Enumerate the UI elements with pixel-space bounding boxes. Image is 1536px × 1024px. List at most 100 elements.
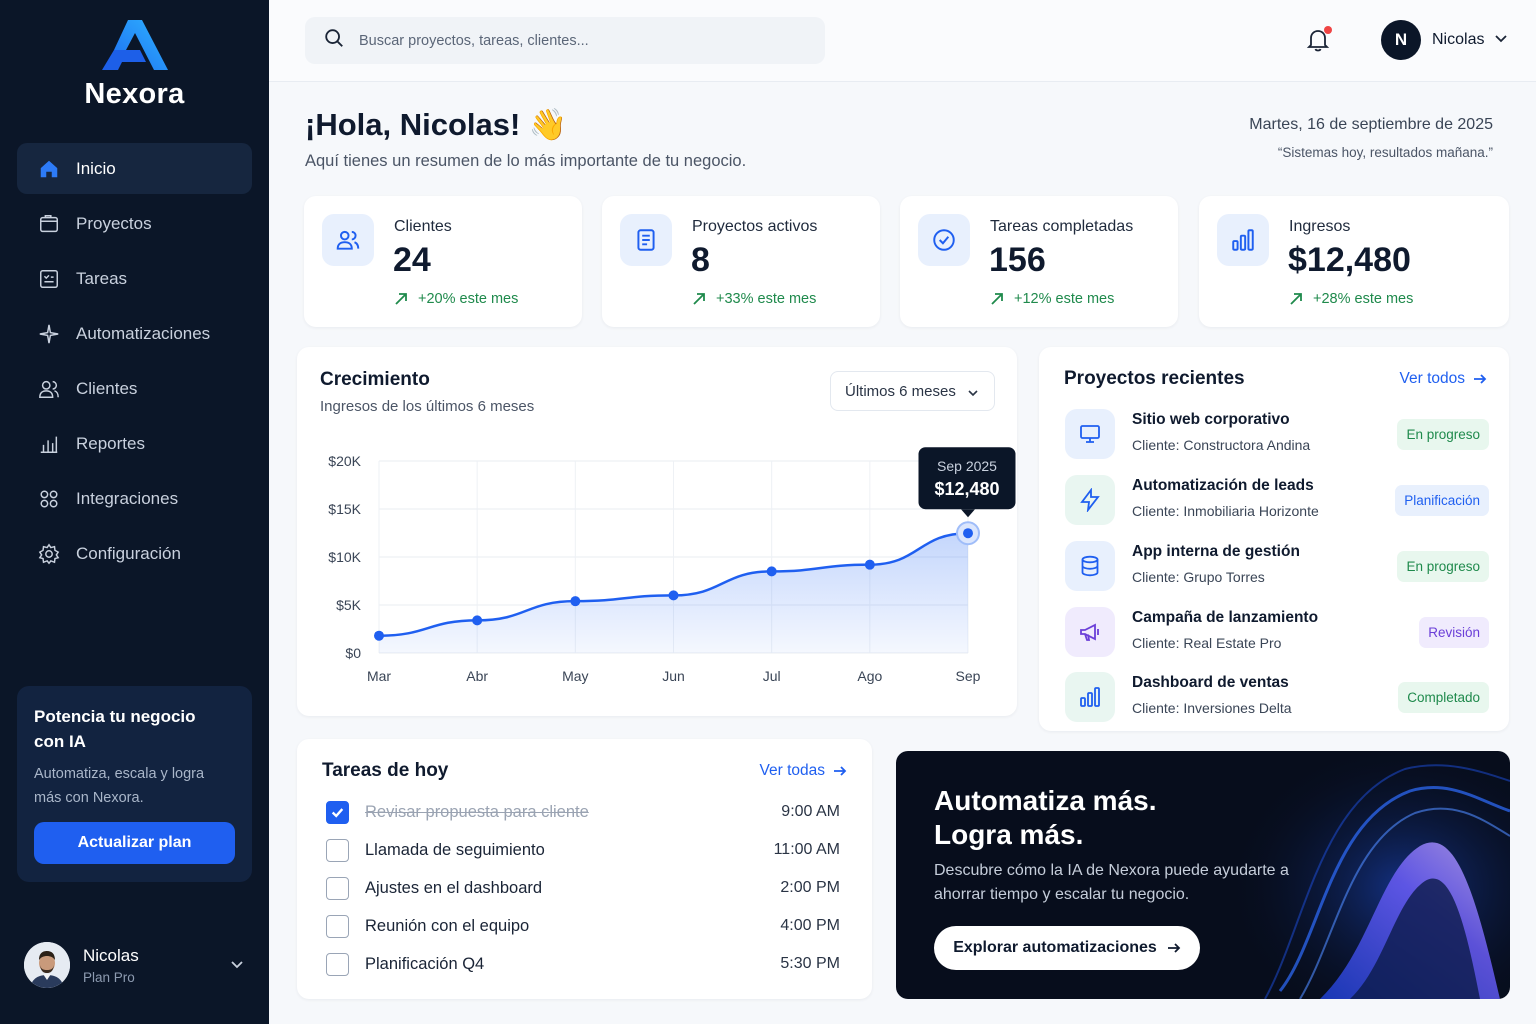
task-time: 9:00 AM <box>781 803 840 820</box>
growth-subtitle: Ingresos de los últimos 6 meses <box>320 398 535 415</box>
profile-name: Nicolas <box>1432 31 1485 48</box>
list-item[interactable]: Automatización de leads Cliente: Inmobil… <box>1065 475 1489 527</box>
sidebar-item-clientes[interactable]: Clientes <box>17 363 252 414</box>
stat-trend: +33% este mes <box>692 291 816 307</box>
stat-label: Tareas completadas <box>990 218 1134 235</box>
logo[interactable]: Nexora <box>0 18 269 111</box>
list-item[interactable]: App interna de gestión Cliente: Grupo To… <box>1065 541 1489 593</box>
nexora-logo-icon <box>101 20 168 70</box>
tasks-title: Tareas de hoy <box>322 760 449 781</box>
sparkle-icon <box>37 322 61 346</box>
tasks-icon <box>37 267 61 291</box>
task-label: Ajustes en el dashboard <box>365 878 543 897</box>
data-point <box>668 590 679 601</box>
folder-icon <box>37 212 61 236</box>
megaphone-icon <box>1065 607 1115 657</box>
sidebar-item-integraciones[interactable]: Integraciones <box>17 473 252 524</box>
page-subtitle: Aquí tienes un resumen de lo más importa… <box>305 152 747 170</box>
x-tick-label: Sep <box>956 668 981 684</box>
sidebar: Nexora Inicio Proyectos Tareas Automatiz… <box>0 0 269 1024</box>
search-input[interactable] <box>359 32 779 49</box>
notifications-button[interactable] <box>1306 26 1332 58</box>
x-tick-label: Abr <box>466 668 488 684</box>
data-point <box>472 615 483 626</box>
upgrade-plan-button[interactable]: Actualizar plan <box>34 822 235 864</box>
user-menu[interactable]: Nicolas Plan Pro <box>24 941 246 989</box>
stat-card-proyectos: Proyectos activos 8 +33% este mes <box>602 196 880 327</box>
stat-card-ingresos: Ingresos $12,480 +28% este mes <box>1199 196 1509 327</box>
task-row: Reunión con el equipo 4:00 PM <box>326 914 840 938</box>
task-checkbox[interactable] <box>326 800 349 824</box>
arrow-right-icon <box>834 766 847 776</box>
recent-projects-card: Proyectos recientes Ver todos Sitio web … <box>1039 347 1509 731</box>
data-point <box>963 528 973 539</box>
task-checkbox[interactable] <box>326 876 349 900</box>
project-name: App interna de gestión <box>1132 543 1300 560</box>
upgrade-promo: Potencia tu negocio con IA Automatiza, e… <box>17 686 252 882</box>
project-client: Cliente: Constructora Andina <box>1132 437 1311 453</box>
project-name: Automatización de leads <box>1132 477 1314 494</box>
sidebar-item-inicio[interactable]: Inicio <box>17 143 252 194</box>
stat-label: Proyectos activos <box>692 218 818 235</box>
explore-automations-button[interactable]: Explorar automatizaciones <box>934 926 1200 970</box>
bar-chart-icon <box>1065 672 1115 722</box>
data-point <box>864 559 875 570</box>
avatar: N <box>1381 20 1421 60</box>
data-point <box>766 566 777 577</box>
notification-badge <box>1324 26 1332 34</box>
task-checkbox[interactable] <box>326 952 349 976</box>
stat-card-clientes: Clientes 24 +20% este mes <box>304 196 582 327</box>
sidebar-item-proyectos[interactable]: Proyectos <box>17 198 252 249</box>
task-checkbox[interactable] <box>326 914 349 938</box>
sidebar-item-automatizaciones[interactable]: Automatizaciones <box>17 308 252 359</box>
status-badge: Planificación <box>1395 485 1489 516</box>
view-all-tasks-link[interactable]: Ver todas <box>760 762 848 780</box>
list-item[interactable]: Sitio web corporativo Cliente: Construct… <box>1065 409 1489 461</box>
user-name: Nicolas <box>83 945 139 965</box>
list-item[interactable]: Dashboard de ventas Cliente: Inversiones… <box>1065 672 1489 724</box>
document-icon <box>620 214 672 266</box>
growth-chart-card: $0 $5K $10K $15K $20K Mar Abr May Jun Jul Ago Sep Se… <box>297 347 1017 716</box>
project-client: Cliente: Inmobiliaria Horizonte <box>1132 503 1319 519</box>
arrow-right-icon <box>1167 943 1181 953</box>
task-time: 2:00 PM <box>780 879 840 896</box>
stat-value: 8 <box>691 241 710 279</box>
stat-value: 24 <box>393 241 431 279</box>
tooltip <box>918 447 1016 510</box>
project-name: Sitio web corporativo <box>1132 411 1290 428</box>
stat-card-tareas: Tareas completadas 156 +12% este mes <box>900 196 1178 327</box>
status-badge: Revisión <box>1419 617 1489 648</box>
growth-title: Crecimiento <box>320 369 430 390</box>
quote: “Sistemas hoy, resultados mañana.” <box>1277 145 1493 160</box>
sidebar-item-reportes[interactable]: Reportes <box>17 418 252 469</box>
bell-icon <box>1306 30 1330 57</box>
view-all-projects-link[interactable]: Ver todos <box>1400 370 1488 388</box>
gear-icon <box>37 542 61 566</box>
projects-title: Proyectos recientes <box>1064 368 1245 389</box>
chevron-down-icon[interactable] <box>230 957 244 976</box>
stat-label: Ingresos <box>1289 218 1351 235</box>
list-item[interactable]: Campaña de lanzamiento Cliente: Real Est… <box>1065 607 1489 659</box>
task-checkbox[interactable] <box>326 838 349 862</box>
page-title: ¡Hola, Nicolas! 👋 <box>305 107 568 142</box>
stat-trend: +28% este mes <box>1289 291 1413 307</box>
stat-trend: +20% este mes <box>394 291 518 307</box>
app-name: Nexora <box>84 78 185 110</box>
x-tick-label: Mar <box>367 668 391 684</box>
search-icon <box>323 27 345 54</box>
data-point <box>374 630 384 641</box>
trend-up-icon <box>693 293 705 305</box>
status-badge: En progreso <box>1397 419 1489 450</box>
sidebar-item-configuracion[interactable]: Configuración <box>17 528 252 579</box>
chevron-down-icon <box>968 390 978 397</box>
project-name: Dashboard de ventas <box>1132 674 1289 691</box>
sidebar-item-tareas[interactable]: Tareas <box>17 253 252 304</box>
promo-text: Automatiza, escala y logra más con Nexor… <box>34 766 205 806</box>
y-tick-label: $10K <box>328 549 361 565</box>
search-box[interactable] <box>305 17 825 64</box>
x-tick-label: Jul <box>763 668 781 684</box>
range-select[interactable]: Últimos 6 meses <box>830 371 995 411</box>
stat-trend-text: +20% este mes <box>418 291 519 307</box>
profile-menu[interactable]: N Nicolas <box>1381 20 1508 60</box>
stat-label: Clientes <box>394 218 452 235</box>
